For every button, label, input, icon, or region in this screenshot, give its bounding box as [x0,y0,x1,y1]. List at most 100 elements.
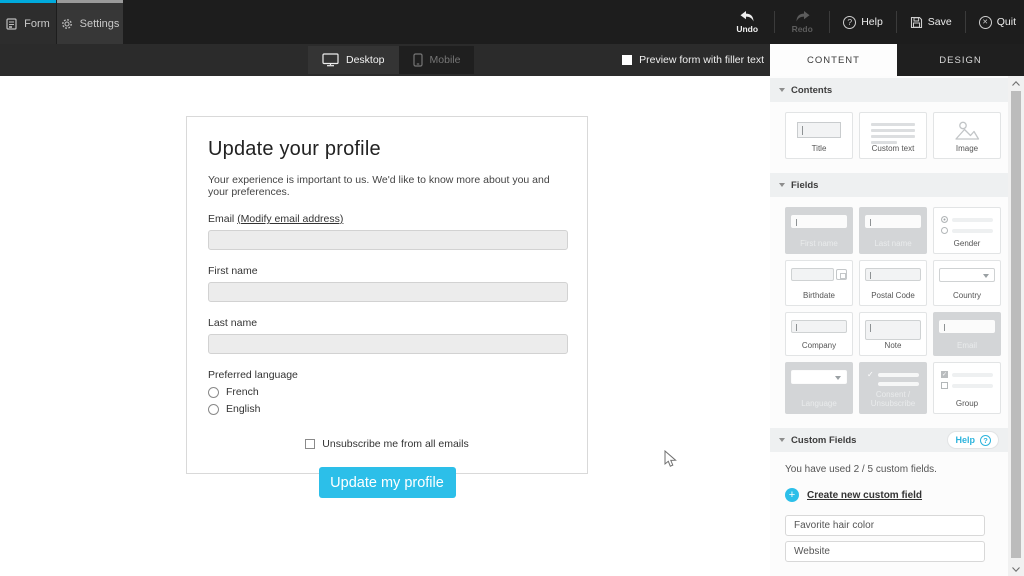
desktop-icon [322,53,339,67]
section-header-contents[interactable]: Contents [770,78,1008,102]
unsubscribe-label: Unsubscribe me from all emails [322,438,468,450]
scroll-down-arrow-icon[interactable] [1008,562,1024,576]
radio-option-english[interactable]: English [208,403,566,415]
help-icon: ? [843,16,856,29]
field-card-country[interactable]: Country [933,260,1001,306]
field-card-postal-code[interactable]: Postal Code [859,260,927,306]
field-card-last-name: Last name [859,207,927,254]
preview-filler-checkbox[interactable]: Preview form with filler text [622,44,764,76]
gear-icon [61,18,73,30]
field-card-first-name: First name [785,207,853,254]
field-card-note[interactable]: Note [859,312,927,356]
custom-field-website[interactable]: Website [785,541,985,562]
redo-icon [795,11,810,22]
tab-design[interactable]: DESIGN [897,44,1024,76]
help-button[interactable]: ? Help [839,16,887,29]
divider [896,11,897,33]
section-header-fields[interactable]: Fields [770,173,1008,197]
mobile-icon [413,53,423,67]
content-card-title[interactable]: Title [785,112,853,159]
radio-icon [208,387,219,398]
content-card-custom-text[interactable]: Custom text [859,112,927,159]
form-preview-card[interactable]: Update your profile Your experience is i… [186,116,588,474]
date-input-icon [791,268,847,281]
custom-fields-section-title: Custom Fields [791,435,856,446]
email-field-label: Email (Modify email address) [208,213,566,225]
language-group-label: Preferred language [208,369,566,381]
field-card-group[interactable]: ✓ Group [933,362,1001,414]
divider [774,11,775,33]
tab-form[interactable]: Form [0,0,56,44]
redo-button[interactable]: Redo [784,11,820,34]
text-input-icon [791,320,847,333]
fields-section-title: Fields [791,180,818,191]
preview-filler-label: Preview form with filler text [639,54,764,66]
collapse-triangle-icon [779,183,785,187]
image-icon [954,120,980,141]
field-card-gender[interactable]: Gender [933,207,1001,254]
last-name-label: Last name [208,317,566,329]
checkbox-icon [622,55,632,65]
last-name-input[interactable] [208,334,568,354]
contents-grid: Title Custom text Image [770,102,1008,171]
save-icon [910,16,923,29]
plus-circle-icon: + [785,488,799,502]
email-input[interactable] [208,230,568,250]
section-header-custom-fields[interactable]: Custom Fields Help ? [770,428,1008,452]
first-name-input[interactable] [208,282,568,302]
save-label: Save [928,16,952,28]
tab-settings[interactable]: Settings [57,0,123,44]
text-input-icon [865,215,921,228]
tab-form-label: Form [24,18,50,30]
create-custom-field-link[interactable]: + Create new custom field [770,475,1008,502]
contents-section-title: Contents [791,85,832,96]
select-icon [939,268,995,282]
field-card-consent-unsubscribe: ✓ Consent / Unsubscribe [859,362,927,414]
form-title: Update your profile [208,138,566,161]
scrollbar-thumb[interactable] [1011,91,1021,558]
top-bar: Form Settings Undo Redo [0,0,1024,44]
mouse-cursor [664,450,678,468]
field-card-company[interactable]: Company [785,312,853,356]
radio-option-french[interactable]: French [208,386,566,398]
undo-label: Undo [736,24,758,34]
content-card-image[interactable]: Image [933,112,1001,159]
text-input-icon [939,320,995,333]
mobile-toggle[interactable]: Mobile [399,46,475,74]
tab-content[interactable]: CONTENT [770,44,897,76]
textarea-icon [865,320,921,340]
custom-field-favorite-hair-color[interactable]: Favorite hair color [785,515,985,536]
scroll-up-arrow-icon[interactable] [1008,76,1024,90]
first-name-label: First name [208,265,566,277]
custom-fields-help-button[interactable]: Help ? [947,431,999,449]
checkbox-icon [305,439,315,449]
form-builder-window: Form Settings Undo Redo [0,0,1024,576]
modify-email-link[interactable]: (Modify email address) [237,213,343,225]
topbar-actions: Undo Redo ? Help Save [729,0,1020,44]
question-circle-icon: ? [980,435,991,446]
consent-icon: ✓ [865,370,921,387]
form-canvas: Update your profile Your experience is i… [0,76,770,576]
text-input-icon [791,215,847,228]
update-profile-button[interactable]: Update my profile [319,467,456,498]
desktop-label: Desktop [346,54,385,66]
checkbox-group-icon: ✓ [939,370,995,390]
quit-label: Quit [997,16,1016,28]
desktop-toggle[interactable]: Desktop [308,46,399,74]
text-input-icon [865,268,921,281]
field-card-birthdate[interactable]: Birthdate [785,260,853,306]
create-custom-field-label: Create new custom field [807,490,922,501]
device-toggle: Desktop Mobile [308,46,474,74]
select-icon [791,370,847,384]
unsubscribe-checkbox-row[interactable]: Unsubscribe me from all emails [208,438,566,450]
radio-group-icon [939,215,995,235]
undo-icon [740,11,755,22]
field-card-language: Language [785,362,853,414]
undo-button[interactable]: Undo [729,11,765,34]
quit-button[interactable]: ✕ Quit [975,16,1020,29]
custom-text-icon [871,123,916,144]
save-button[interactable]: Save [906,16,956,29]
sidebar-scrollbar[interactable] [1008,76,1024,576]
collapse-triangle-icon [779,438,785,442]
radio-icon [208,404,219,415]
